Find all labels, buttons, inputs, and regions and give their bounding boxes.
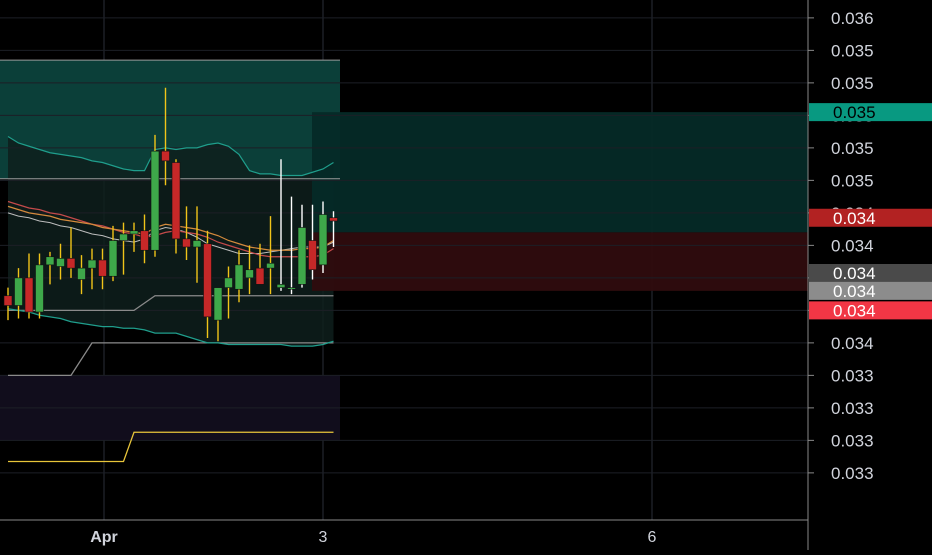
candle-body (297, 227, 307, 285)
candle-body (150, 150, 160, 251)
candle-body (203, 243, 212, 318)
candle-body (192, 240, 202, 248)
chart-svg[interactable]: 0.0360.0350.0350.0350.0350.0350.0340.034… (0, 0, 932, 550)
candle-body (318, 214, 328, 266)
candle-body (276, 284, 286, 288)
price-tick-label: 0.034 (831, 236, 874, 255)
candle-body (14, 277, 23, 306)
price-tag-label: 0.034 (833, 209, 876, 228)
price-tick-label: 0.035 (831, 41, 874, 60)
candle-body (171, 162, 181, 240)
price-tick-label: 0.033 (831, 464, 874, 483)
candle-body (56, 258, 65, 267)
price-tick-label: 0.033 (831, 431, 874, 450)
price-tag-label: 0.034 (833, 301, 876, 320)
price-tick-label: 0.035 (831, 74, 874, 93)
candle-body (108, 240, 118, 277)
price-tick-label: 0.036 (831, 9, 874, 28)
candle-body (234, 264, 244, 290)
candle-body (245, 269, 254, 279)
candle-body (45, 256, 55, 266)
candle-body (87, 259, 97, 269)
time-tick-label: Apr (90, 529, 118, 546)
candle-body (329, 217, 338, 222)
candle-body (266, 262, 275, 269)
candle-body (213, 287, 223, 321)
candle-body (140, 230, 149, 251)
candle-body (35, 264, 44, 313)
price-tick-label: 0.035 (831, 139, 874, 158)
candle-body (182, 238, 191, 248)
candle-body (98, 259, 107, 277)
position-loss-zone (312, 232, 808, 291)
price-tick-label: 0.035 (831, 171, 874, 190)
price-tag-label: 0.035 (833, 103, 876, 122)
candle-body (161, 150, 170, 162)
price-tick-label: 0.033 (831, 366, 874, 385)
candle-body (224, 277, 233, 288)
price-tick-label: 0.033 (831, 399, 874, 418)
candle-body (3, 295, 13, 306)
candle-body (77, 267, 86, 280)
price-tick-label: 0.034 (831, 334, 874, 353)
candle-body (24, 277, 34, 313)
candle-body (119, 233, 128, 241)
price-tag-label: 0.034 (833, 264, 876, 283)
price-tag-label: 0.034 (833, 282, 876, 301)
time-tick-label: 3 (319, 529, 328, 546)
price-chart[interactable]: 0.0360.0350.0350.0350.0350.0350.0340.034… (0, 0, 932, 550)
time-tick-label: 6 (648, 529, 657, 546)
candle-body (129, 230, 139, 235)
candle-body (66, 258, 76, 269)
position-profit-zone (312, 112, 808, 233)
candle-body (308, 240, 317, 271)
candle-body (287, 287, 296, 290)
candle-body (255, 267, 265, 285)
